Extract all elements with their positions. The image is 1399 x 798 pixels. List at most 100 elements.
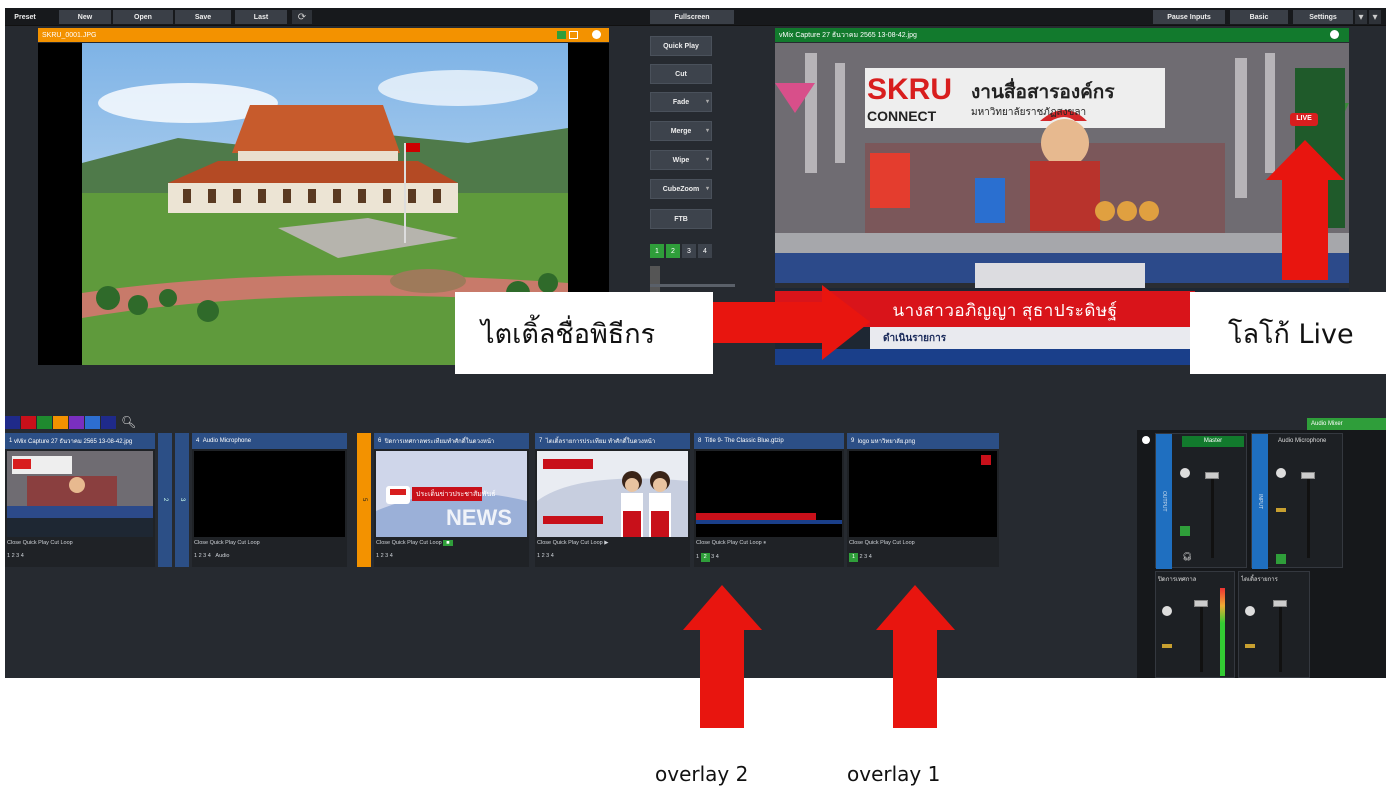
input-6-overlay-buttons[interactable]: 1 2 3 4 xyxy=(376,553,531,563)
input-9-overlay-buttons[interactable]: 1 2 3 4 xyxy=(849,553,1001,563)
master-solo-icon[interactable] xyxy=(1180,526,1190,536)
play-icon[interactable]: ▶ xyxy=(604,540,608,546)
chevron-down-icon[interactable]: ▾ xyxy=(706,156,709,163)
preview-settings-icon[interactable] xyxy=(592,30,601,39)
control-labels[interactable]: Close Quick Play Cut Loop xyxy=(696,540,762,546)
more-icon[interactable]: ▾ xyxy=(1369,10,1381,24)
overlay-2-active[interactable]: 2 xyxy=(700,553,710,562)
t-bar-slider[interactable] xyxy=(650,284,735,287)
last-button[interactable]: Last xyxy=(235,10,287,24)
channel-c-fader-knob[interactable] xyxy=(1194,600,1208,607)
input-7[interactable]: 7 ไตเติ้ลรายการประเทียม ทำศักดิ์ในดวงหน้… xyxy=(535,433,690,567)
transition-3-button[interactable]: 3 xyxy=(682,244,696,258)
input-4-header: 4 Audio Microphone xyxy=(192,433,347,449)
master-mute-icon[interactable] xyxy=(1180,468,1190,478)
mixer-settings-icon[interactable] xyxy=(1142,436,1150,444)
input-8-controls[interactable]: Close Quick Play Cut Loop ⏸ xyxy=(696,540,846,550)
color-filter-lightblue[interactable] xyxy=(85,416,100,429)
basic-button[interactable]: Basic xyxy=(1230,10,1288,24)
chevron-down-icon[interactable]: ▾ xyxy=(706,185,709,192)
input-8-thumbnail[interactable] xyxy=(696,451,842,537)
input-number: 4 xyxy=(196,438,200,444)
input-6[interactable]: 6 ปิดการเทศกาลพระเทียมทำศักดิ์ในดวงหน้า … xyxy=(374,433,529,567)
scene-org-title: งานสื่อสารองค์กร xyxy=(971,82,1115,103)
master-fader-knob[interactable] xyxy=(1205,472,1219,479)
input-1-overlay-buttons[interactable]: 1 2 3 4 xyxy=(7,553,157,563)
input-4-overlay-buttons[interactable]: 1 2 3 4 Audio xyxy=(194,553,349,563)
transition-1-button[interactable]: 1 xyxy=(650,244,664,258)
fullscreen-button[interactable]: Fullscreen xyxy=(650,10,734,24)
settings-dropdown-icon[interactable]: ▾ xyxy=(1355,10,1367,24)
input-3-collapsed[interactable]: 3 xyxy=(175,433,189,567)
headphones-icon[interactable]: 🎧︎ xyxy=(1182,552,1192,561)
transition-4-button[interactable]: 4 xyxy=(698,244,712,258)
input-7-controls[interactable]: Close Quick Play Cut Loop ▶ xyxy=(537,540,692,550)
output-settings-icon[interactable] xyxy=(1330,30,1339,39)
input-8-overlay-buttons[interactable]: 1 2 3 4 xyxy=(696,553,846,563)
mic-mute-icon[interactable] xyxy=(1276,468,1286,478)
t-bar-handle[interactable] xyxy=(650,266,660,292)
input-7-overlay-buttons[interactable]: 1 2 3 4 xyxy=(537,553,692,563)
input-1-controls[interactable]: Close Quick Play Cut Loop xyxy=(7,540,157,550)
input-4-thumbnail[interactable] xyxy=(194,451,345,537)
input-6-thumbnail[interactable]: ประเด็นข่าวประชาสัมพันธ์ NEWS xyxy=(376,451,527,537)
refresh-icon[interactable]: ⟳ xyxy=(292,10,312,24)
loop-active-badge[interactable]: ■ xyxy=(443,540,453,546)
color-filter-blue[interactable] xyxy=(5,416,20,429)
mic-fader-knob[interactable] xyxy=(1301,472,1315,479)
control-labels[interactable]: Close Quick Play Cut Loop xyxy=(537,540,603,546)
cut-button[interactable]: Cut xyxy=(650,64,712,84)
overlay-1-active[interactable]: 1 xyxy=(849,553,858,562)
input-1-thumbnail[interactable] xyxy=(7,451,153,537)
input-6-controls[interactable]: Close Quick Play Cut Loop ■ xyxy=(376,540,531,550)
wipe-button[interactable]: Wipe ▾ xyxy=(650,150,712,170)
input-9-thumbnail[interactable] xyxy=(849,451,997,537)
color-filter-purple[interactable] xyxy=(69,416,84,429)
channel-f-fader-track[interactable] xyxy=(1279,602,1282,672)
input-9[interactable]: 9 logo มหาวิทยาลัย.png Close Quick Play … xyxy=(847,433,999,567)
input-1[interactable]: 1 vMix Capture 27 ธันวาคม 2565 13-08-42.… xyxy=(5,433,155,567)
overlay-numbers[interactable]: 1 2 3 4 xyxy=(194,553,211,559)
new-button[interactable]: New xyxy=(59,10,111,24)
channel-f-mute-icon[interactable] xyxy=(1245,606,1255,616)
audio-toggle[interactable]: Audio xyxy=(215,553,229,559)
pause-inputs-button[interactable]: Pause Inputs xyxy=(1153,10,1225,24)
preview-window-icon[interactable] xyxy=(569,31,578,39)
channel-c: ปิดการเทศกาล xyxy=(1155,571,1235,678)
control-labels[interactable]: Close Quick Play Cut Loop xyxy=(376,540,442,546)
color-filter-orange[interactable] xyxy=(53,416,68,429)
master-fader-track[interactable] xyxy=(1211,474,1214,558)
audio-mixer-header[interactable]: Audio Mixer xyxy=(1307,418,1386,430)
input-9-controls[interactable]: Close Quick Play Cut Loop xyxy=(849,540,1001,550)
channel-f-fader-knob[interactable] xyxy=(1273,600,1287,607)
title-callout-label: ไตเติ้ลชื่อพิธีกร xyxy=(455,292,713,374)
merge-button[interactable]: Merge ▾ xyxy=(650,121,712,141)
cubezoom-button[interactable]: CubeZoom ▾ xyxy=(650,179,712,199)
chevron-down-icon[interactable]: ▾ xyxy=(706,98,709,105)
channel-c-mute-icon[interactable] xyxy=(1162,606,1172,616)
output-title: vMix Capture 27 ธันวาคม 2565 13-08-42.jp… xyxy=(779,31,917,39)
ftb-button[interactable]: FTB xyxy=(650,209,712,229)
input-7-thumbnail[interactable] xyxy=(537,451,688,537)
color-filter-navy[interactable] xyxy=(101,416,116,429)
channel-c-fader-track[interactable] xyxy=(1200,602,1203,672)
mic-fader-track[interactable] xyxy=(1307,474,1310,558)
input-5-collapsed[interactable]: 5 xyxy=(357,433,371,567)
fade-button[interactable]: Fade ▾ xyxy=(650,92,712,112)
preset-button[interactable]: Preset xyxy=(7,10,43,24)
input-4-controls[interactable]: Close Quick Play Cut Loop xyxy=(194,540,349,550)
chevron-down-icon[interactable]: ▾ xyxy=(706,127,709,134)
save-button[interactable]: Save xyxy=(175,10,231,24)
input-2-collapsed[interactable]: 2 xyxy=(158,433,172,567)
input-8[interactable]: 8 Title 9- The Classic Blue.gtzip Close … xyxy=(694,433,844,567)
color-filter-green[interactable] xyxy=(37,416,52,429)
transition-2-button[interactable]: 2 xyxy=(666,244,680,258)
quick-play-button[interactable]: Quick Play xyxy=(650,36,712,56)
color-filter-red[interactable] xyxy=(21,416,36,429)
open-button[interactable]: Open xyxy=(113,10,173,24)
settings-button[interactable]: Settings xyxy=(1293,10,1353,24)
input-4[interactable]: 4 Audio Microphone Close Quick Play Cut … xyxy=(192,433,347,567)
mic-solo-icon[interactable] xyxy=(1276,554,1286,564)
search-icon[interactable]: 🔍︎ xyxy=(121,415,136,429)
pause-icon[interactable]: ⏸ xyxy=(763,540,766,546)
